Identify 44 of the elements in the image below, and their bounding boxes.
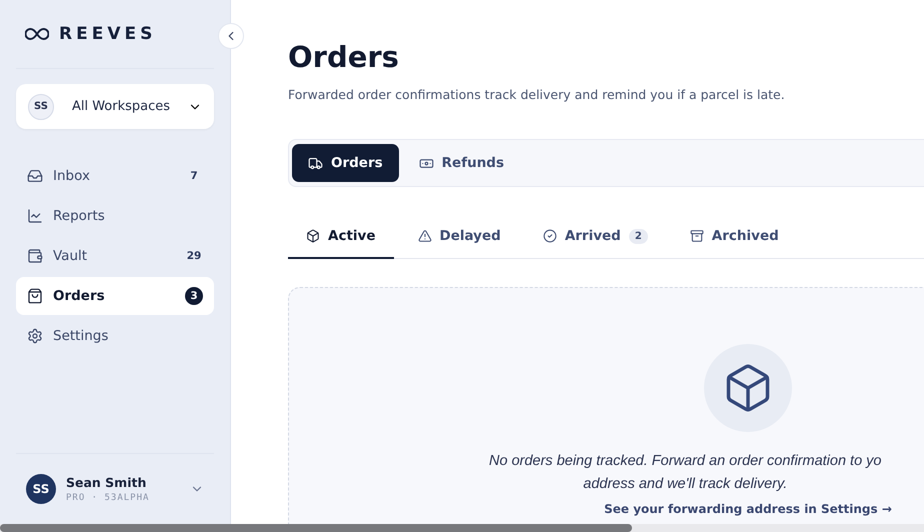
- brand-name: REEVES: [59, 24, 156, 44]
- page-title: Orders: [288, 40, 400, 74]
- sidebar-item-label: Reports: [53, 208, 106, 224]
- archive-icon: [690, 229, 704, 243]
- sidebar-item-label: Orders: [53, 288, 106, 304]
- count-badge: 3: [185, 287, 203, 305]
- user-avatar: SS: [26, 474, 56, 504]
- item-count: 29: [186, 249, 202, 264]
- sidebar-item[interactable]: Vault 29: [16, 237, 214, 275]
- sidebar-item-label: Settings: [53, 328, 110, 344]
- sidebar-item[interactable]: Settings: [16, 317, 214, 355]
- sidebar-item[interactable]: Inbox 7: [16, 157, 214, 195]
- user-name: Sean Smith: [66, 475, 148, 490]
- settings-link[interactable]: See your forwarding address in Settings →: [604, 502, 892, 516]
- sidebar-item[interactable]: Reports: [16, 197, 214, 235]
- sidebar-item-label: Vault: [53, 248, 88, 264]
- tab-count: 2: [628, 228, 648, 244]
- page-subtitle: Forwarded order confirmations track delivery and remind you if a parcel is late.: [288, 87, 786, 102]
- wallet-icon: [27, 248, 43, 264]
- workspace-label: All Workspaces: [70, 99, 172, 114]
- chart-icon: [27, 208, 43, 224]
- status-tab[interactable]: Active: [288, 215, 394, 259]
- segment-tab[interactable]: Orders: [292, 144, 399, 182]
- box-icon: [306, 229, 320, 243]
- collapse-sidebar-button[interactable]: [218, 23, 244, 49]
- warning-icon: [418, 229, 432, 243]
- user-meta: PRO · 53ALPHA: [66, 493, 150, 503]
- sidebar-item[interactable]: Orders 3: [16, 277, 214, 315]
- truck-icon: [308, 156, 323, 170]
- empty-state-message: No orders being tracked. Forward an order confirmation to yo address and we'll track delivery.: [489, 452, 882, 494]
- inbox-icon: [27, 168, 43, 184]
- status-tab[interactable]: Arrived 2: [524, 215, 666, 259]
- horizontal-scrollbar[interactable]: [0, 524, 924, 532]
- bag-icon: [27, 288, 43, 304]
- check-circle-icon: [542, 229, 557, 243]
- workspace-selector[interactable]: SS All Workspaces: [16, 84, 214, 129]
- settings-icon: [27, 328, 43, 344]
- segment-tab[interactable]: Refunds: [402, 144, 520, 182]
- item-count: 7: [189, 169, 199, 184]
- workspace-avatar: SS: [28, 94, 54, 120]
- status-tab[interactable]: Archived: [672, 215, 797, 259]
- status-tab[interactable]: Delayed: [400, 215, 519, 259]
- sidebar-item-label: Inbox: [53, 168, 91, 184]
- infinity-logo-icon: [25, 27, 49, 41]
